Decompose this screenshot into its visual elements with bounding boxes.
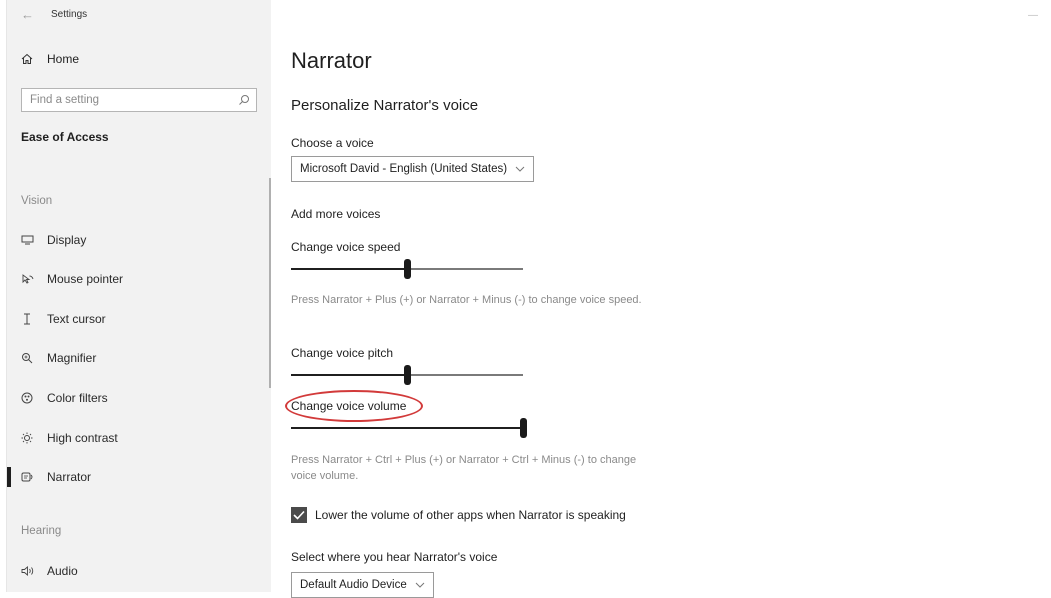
slider-thumb[interactable]	[520, 418, 527, 438]
sidebar-item-label: High contrast	[47, 431, 118, 445]
sidebar-item-text-cursor[interactable]: Text cursor	[21, 310, 106, 328]
magnifier-icon	[21, 352, 47, 364]
section-vision-title: Vision	[21, 195, 53, 207]
choose-voice-label: Choose a voice	[291, 136, 374, 150]
slider-fill	[291, 268, 407, 270]
sidebar-item-label: Mouse pointer	[47, 272, 124, 286]
voice-speed-slider[interactable]	[291, 259, 523, 279]
sidebar-item-label: Text cursor	[47, 312, 106, 326]
app-title: Settings	[51, 8, 88, 20]
add-more-voices-link[interactable]: Add more voices	[291, 207, 380, 221]
audio-icon	[21, 565, 47, 577]
display-icon	[21, 234, 47, 246]
section-hearing-title: Hearing	[21, 525, 62, 537]
page-title: Narrator	[291, 48, 372, 73]
sidebar-item-mouse-pointer[interactable]: Mouse pointer	[21, 270, 123, 288]
settings-window: ← Settings Home Find a setting Ease of A…	[6, 0, 1051, 598]
sidebar-item-label: Color filters	[47, 391, 108, 405]
sidebar-item-color-filters[interactable]: Color filters	[21, 389, 108, 407]
voice-speed-label: Change voice speed	[291, 240, 401, 254]
minimize-button[interactable]: —	[1028, 10, 1038, 21]
output-device-dropdown[interactable]: Default Audio Device	[291, 572, 434, 598]
chevron-down-icon	[415, 582, 425, 588]
sidebar-item-high-contrast[interactable]: High contrast	[21, 429, 118, 447]
slider-thumb[interactable]	[404, 259, 411, 279]
search-placeholder: Find a setting	[30, 94, 100, 106]
voice-dropdown[interactable]: Microsoft David - English (United States…	[291, 156, 535, 182]
search-icon[interactable]	[238, 94, 250, 106]
sidebar-scrollbar[interactable]	[269, 178, 271, 388]
sidebar-item-label: Magnifier	[47, 351, 97, 365]
output-device-label: Select where you hear Narrator's voice	[291, 550, 498, 564]
lower-volume-checkbox[interactable]	[291, 507, 307, 523]
checkmark-icon	[293, 510, 305, 520]
section-heading: Personalize Narrator's voice	[291, 97, 479, 114]
sidebar-item-label: Audio	[47, 564, 78, 578]
home-label: Home	[47, 52, 80, 66]
back-arrow-icon[interactable]: ←	[21, 7, 51, 22]
search-input[interactable]: Find a setting	[21, 88, 257, 112]
voice-pitch-label: Change voice pitch	[291, 346, 394, 360]
sidebar-item-audio[interactable]: Audio	[21, 562, 78, 580]
voice-dropdown-value: Microsoft David - English (United States…	[300, 163, 508, 175]
voice-pitch-slider[interactable]	[291, 365, 523, 385]
sidebar: ← Settings Home Find a setting Ease of A…	[7, 0, 271, 592]
voice-volume-label: Change voice volume	[291, 399, 407, 413]
category-title: Ease of Access	[21, 130, 109, 144]
home-nav-item[interactable]: Home	[21, 52, 79, 66]
chevron-down-icon	[515, 166, 525, 172]
sidebar-item-label: Display	[47, 233, 87, 247]
active-item-indicator	[7, 467, 11, 487]
text-cursor-icon	[21, 313, 47, 325]
voice-volume-hint: Press Narrator + Ctrl + Plus (+) or Narr…	[291, 454, 637, 482]
sidebar-item-display[interactable]: Display	[21, 231, 86, 249]
narrator-icon	[21, 471, 47, 483]
voice-speed-hint: Press Narrator + Plus (+) or Narrator + …	[291, 294, 642, 306]
mouse-pointer-icon	[21, 273, 47, 285]
high-contrast-icon	[21, 432, 47, 444]
slider-thumb[interactable]	[404, 365, 411, 385]
slider-fill	[291, 374, 407, 376]
lower-volume-option[interactable]: Lower the volume of other apps when Narr…	[291, 507, 626, 523]
sidebar-item-label: Narrator	[47, 470, 92, 484]
output-device-value: Default Audio Device	[300, 579, 407, 591]
sidebar-item-magnifier[interactable]: Magnifier	[21, 349, 96, 367]
sidebar-item-narrator[interactable]: Narrator	[21, 468, 91, 486]
slider-fill	[291, 427, 523, 429]
color-filters-icon	[21, 392, 47, 404]
voice-volume-slider[interactable]	[291, 418, 527, 438]
title-bar: ← Settings	[21, 6, 87, 22]
home-icon	[21, 53, 47, 65]
lower-volume-label: Lower the volume of other apps when Narr…	[315, 508, 626, 522]
